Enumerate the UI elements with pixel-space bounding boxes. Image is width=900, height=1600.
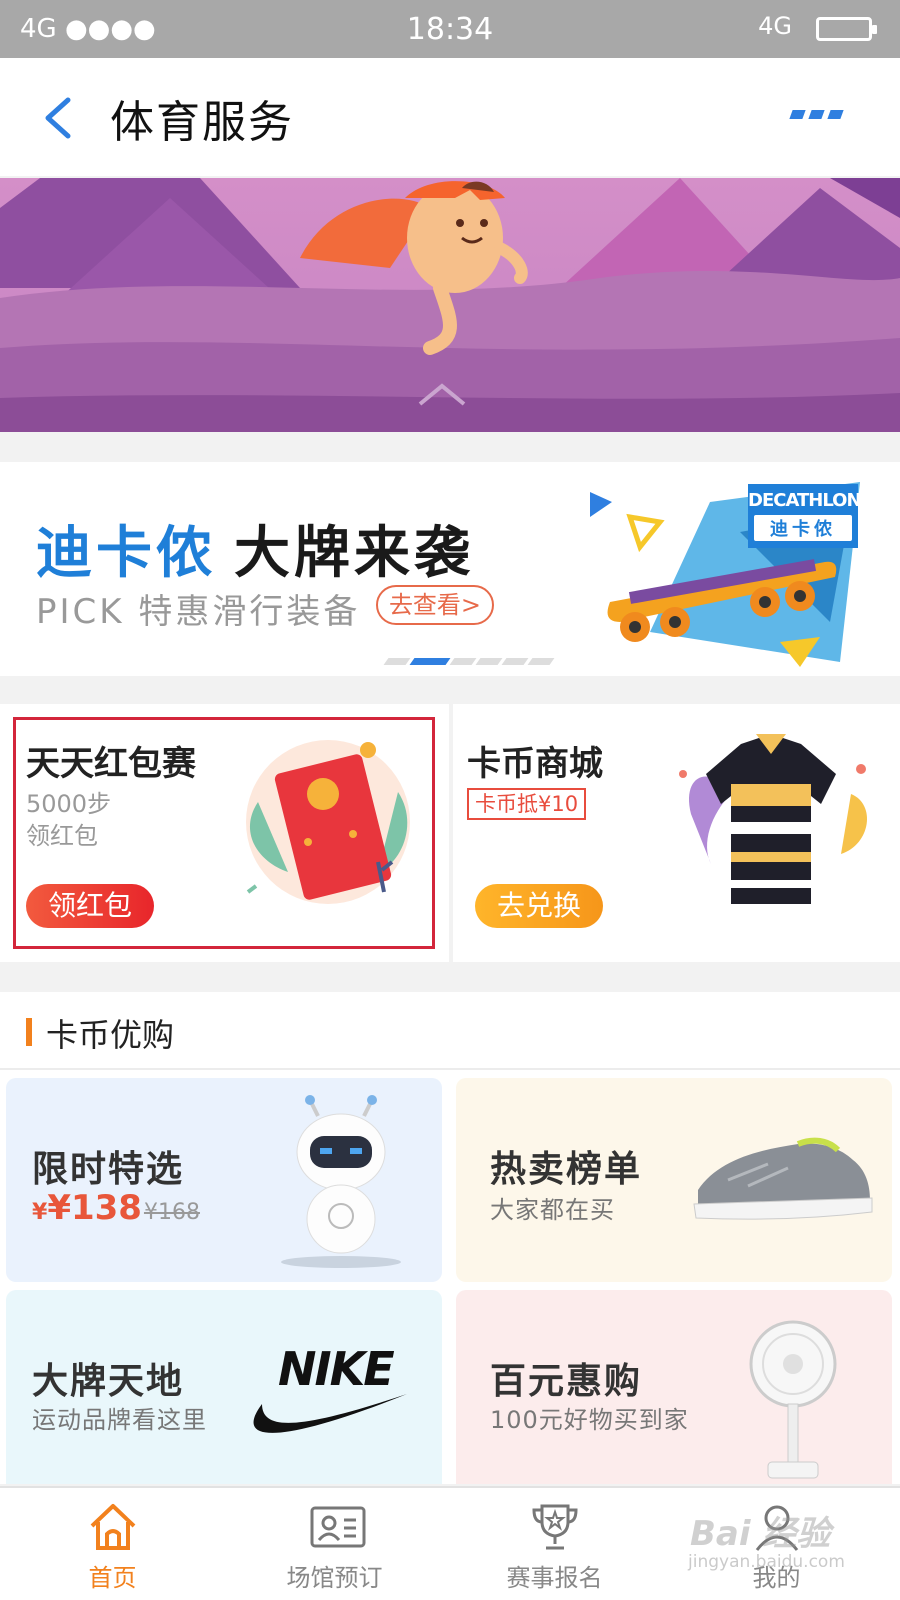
coin-discount-badge: 卡币抵¥10 bbox=[467, 788, 587, 820]
daily-red-packet-card[interactable]: 天天红包赛 5000步 领红包 领红包 bbox=[0, 704, 449, 962]
bottom-tab-bar: 首页 场馆预订 赛事报名 我的 Bai 经验 jingyan.baidu.com bbox=[0, 1486, 900, 1600]
nike-swoosh-icon bbox=[253, 1394, 407, 1433]
tile-title: 百元惠购 bbox=[490, 1361, 643, 1402]
desk-fan-image bbox=[749, 1320, 837, 1479]
view-now-button[interactable]: 去查看> bbox=[376, 585, 494, 625]
card-title: 卡币商城 bbox=[467, 744, 603, 784]
watermark-url: jingyan.baidu.com bbox=[688, 1552, 845, 1572]
hero-banner[interactable] bbox=[0, 178, 900, 432]
product-tile-bestsellers[interactable]: 热卖榜单 大家都在买 bbox=[456, 1078, 892, 1282]
coin-mall-card[interactable]: 卡币商城 卡币抵¥10 去兑换 bbox=[453, 704, 900, 962]
card-title: 天天红包赛 bbox=[26, 744, 196, 784]
robot-toy-image bbox=[281, 1095, 401, 1268]
status-bar: 4G ●●●● 18:34 4G bbox=[0, 0, 900, 58]
redeem-button[interactable]: 去兑换 bbox=[475, 884, 603, 928]
tile-subtitle: 运动品牌看这里 bbox=[32, 1406, 207, 1434]
section-marker bbox=[26, 1018, 32, 1046]
promo-carousel[interactable]: 迪卡侬 大牌来袭 PICK 特惠滑行装备 去查看> DECATHLON 迪卡侬 bbox=[0, 462, 900, 676]
tab-home[interactable]: 首页 bbox=[0, 1488, 225, 1600]
more-menu-button[interactable] bbox=[789, 110, 844, 119]
tab-label: 场馆预订 bbox=[286, 1564, 383, 1592]
get-red-packet-button[interactable]: 领红包 bbox=[26, 884, 154, 928]
product-grid: 限时特选 ¥¥138¥168 热卖榜单 大家都在买 大牌天地 运动品牌看这里 N… bbox=[0, 1070, 900, 1484]
home-icon bbox=[90, 1504, 136, 1550]
tile-subtitle: 大家都在买 bbox=[490, 1196, 615, 1224]
tile-title: 热卖榜单 bbox=[490, 1149, 643, 1190]
tile-title: 限时特选 bbox=[32, 1149, 185, 1190]
ad-headline: 迪卡侬 大牌来袭 bbox=[36, 521, 474, 586]
baidu-watermark: Bai 经验 bbox=[690, 1514, 831, 1554]
running-character-illustration bbox=[0, 178, 900, 432]
battery-icon bbox=[816, 17, 877, 41]
tile-title: 大牌天地 bbox=[32, 1361, 185, 1402]
section-header: 卡币优购 bbox=[0, 992, 900, 1070]
product-tile-flash-sale[interactable]: 限时特选 ¥¥138¥168 bbox=[6, 1078, 442, 1282]
tab-label: 首页 bbox=[88, 1564, 137, 1592]
page-title: 体育服务 bbox=[110, 97, 294, 148]
price-tag: ¥¥138¥168 bbox=[32, 1188, 200, 1228]
carousel-indicator bbox=[383, 658, 555, 665]
network-indicator: 4G bbox=[758, 12, 792, 40]
polo-shirt-illustration bbox=[679, 734, 868, 904]
product-tile-big-brands[interactable]: 大牌天地 运动品牌看这里 NIKE bbox=[6, 1290, 442, 1484]
red-envelope-illustration bbox=[246, 740, 410, 904]
sale-price: ¥138 bbox=[47, 1188, 142, 1228]
id-card-icon bbox=[310, 1506, 366, 1548]
decathlon-logo: DECATHLON 迪卡侬 bbox=[748, 484, 862, 548]
back-button[interactable] bbox=[38, 96, 78, 140]
more-icon bbox=[789, 110, 806, 119]
tile-subtitle: 100元好物买到家 bbox=[490, 1406, 689, 1434]
tab-event-registration[interactable]: 赛事报名 bbox=[442, 1488, 667, 1600]
chevron-left-icon bbox=[45, 97, 71, 139]
trophy-icon bbox=[532, 1504, 578, 1550]
nav-header: 体育服务 bbox=[0, 58, 900, 176]
promo-cards: 天天红包赛 5000步 领红包 领红包 卡币商城 卡币抵¥10 去兑换 bbox=[0, 704, 900, 962]
ad-subline: PICK 特惠滑行装备 bbox=[36, 592, 361, 632]
section-title: 卡币优购 bbox=[46, 1016, 175, 1054]
card-steps: 5000步 bbox=[26, 790, 112, 818]
tab-venue-booking[interactable]: 场馆预订 bbox=[222, 1488, 447, 1600]
product-tile-hundred-yuan[interactable]: 百元惠购 100元好物买到家 bbox=[456, 1290, 892, 1484]
original-price: ¥168 bbox=[143, 1200, 200, 1225]
card-desc: 领红包 bbox=[26, 822, 98, 850]
tab-label: 赛事报名 bbox=[506, 1564, 603, 1592]
sneaker-image bbox=[693, 1137, 873, 1220]
